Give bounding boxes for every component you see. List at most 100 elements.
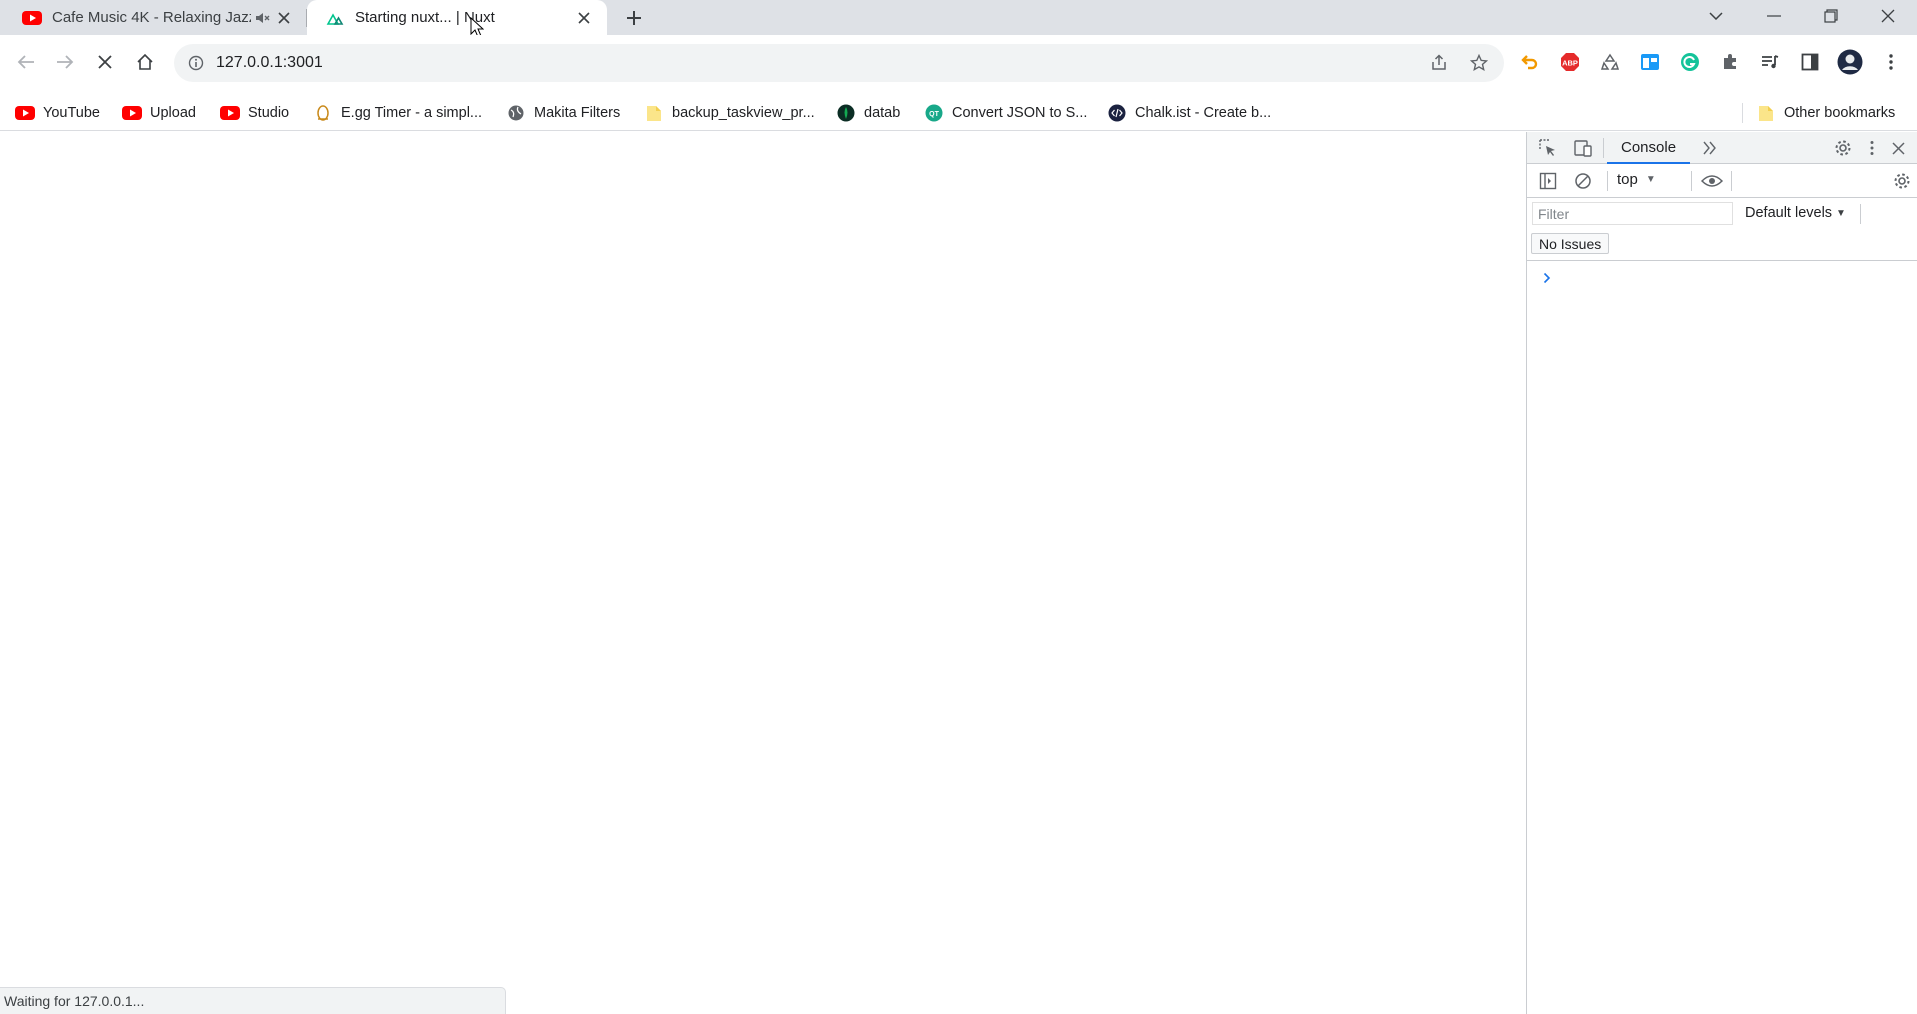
- bookmark-youtube[interactable]: YouTube: [15, 101, 100, 125]
- close-icon: [1881, 9, 1895, 23]
- bookmark-label: datab: [864, 105, 901, 121]
- bookmark-studio[interactable]: Studio: [220, 101, 289, 125]
- stop-loading-button[interactable]: [90, 47, 120, 77]
- toolbar-separator: [1607, 171, 1608, 191]
- qt-icon: QT: [924, 103, 944, 123]
- bookmark-chalkist[interactable]: Chalk.ist - Create b...: [1107, 101, 1271, 125]
- bookmark-label: Makita Filters: [534, 105, 621, 121]
- bookmarks-divider: [1742, 103, 1743, 123]
- folder-icon: [1756, 103, 1776, 123]
- status-text: Waiting for 127.0.0.1...: [4, 993, 145, 1009]
- page-viewport[interactable]: [0, 132, 1526, 1014]
- stop-icon: [98, 55, 112, 69]
- tab-console[interactable]: Console: [1607, 132, 1691, 164]
- adblock-plus-icon[interactable]: ABP: [1555, 47, 1585, 77]
- bookmark-makita-filters[interactable]: Makita Filters: [506, 101, 620, 125]
- other-bookmarks-folder[interactable]: Other bookmarks: [1756, 101, 1895, 125]
- browser-toolbar: 127.0.0.1:3001 ABP: [0, 35, 1917, 95]
- youtube-icon: [15, 103, 35, 123]
- url-text: 127.0.0.1:3001: [216, 54, 323, 71]
- tab-cafe-music[interactable]: Cafe Music 4K - Relaxing Jazz: [0, 0, 307, 35]
- devtools-panel: Console top ▼ Filter Default levels ▼ No…: [1526, 132, 1917, 1014]
- close-window-button[interactable]: [1860, 0, 1916, 32]
- bookmark-label: Chalk.ist - Create b...: [1135, 105, 1272, 121]
- plus-icon: [627, 11, 641, 25]
- new-tab-button[interactable]: [620, 4, 648, 32]
- issues-label: No Issues: [1539, 235, 1602, 252]
- code-icon: [1107, 103, 1127, 123]
- issues-bar: No Issues: [1527, 229, 1917, 261]
- bookmark-backup-taskview[interactable]: backup_taskview_pr...: [644, 101, 815, 125]
- devtools-main-toolbar: Console: [1527, 132, 1917, 164]
- bookmark-label: backup_taskview_pr...: [672, 105, 815, 121]
- console-filter-input[interactable]: Filter: [1532, 202, 1733, 225]
- media-queue-icon[interactable]: [1755, 47, 1785, 77]
- bookmark-label: E.gg Timer - a simpl...: [341, 105, 483, 121]
- address-bar[interactable]: 127.0.0.1:3001: [174, 44, 1504, 82]
- folder-icon: [644, 103, 664, 123]
- profile-avatar[interactable]: [1835, 47, 1865, 77]
- tab-search-button[interactable]: [1688, 0, 1744, 32]
- settings-gear-icon[interactable]: [1830, 135, 1856, 161]
- bookmark-label: Upload: [150, 105, 196, 121]
- restore-button[interactable]: [1803, 0, 1859, 32]
- grammarly-icon[interactable]: [1675, 47, 1705, 77]
- toolbar-separator: [1860, 204, 1861, 224]
- issues-button[interactable]: No Issues: [1531, 233, 1610, 254]
- close-tab-icon[interactable]: [573, 7, 595, 29]
- device-toolbar-icon[interactable]: [1570, 135, 1596, 161]
- share-icon[interactable]: [1424, 48, 1454, 78]
- muted-speaker-icon[interactable]: [251, 7, 273, 29]
- minimize-button[interactable]: [1746, 0, 1802, 32]
- toolbar-separator: [1691, 171, 1692, 191]
- console-settings-gear-icon[interactable]: [1889, 168, 1915, 194]
- extensions-puzzle-icon[interactable]: [1715, 47, 1745, 77]
- clear-console-icon[interactable]: [1570, 168, 1596, 194]
- back-button[interactable]: [11, 47, 41, 77]
- svg-text:ABP: ABP: [1562, 59, 1578, 68]
- recycle-extension-icon[interactable]: [1595, 47, 1625, 77]
- inspect-element-icon[interactable]: [1535, 135, 1561, 161]
- live-expression-eye-icon[interactable]: [1699, 168, 1725, 194]
- console-prompt-chevron-icon[interactable]: [1539, 268, 1555, 288]
- dropdown-triangle-icon: ▼: [1836, 207, 1846, 219]
- youtube-icon: [220, 103, 240, 123]
- bookmarks-bar: YouTube Upload Studio E.gg Timer - a sim…: [0, 95, 1917, 131]
- chrome-menu-button[interactable]: [1876, 47, 1906, 77]
- console-toolbar: top ▼: [1527, 164, 1917, 198]
- window-extension-icon[interactable]: [1635, 47, 1665, 77]
- bookmark-upload[interactable]: Upload: [122, 101, 196, 125]
- kebab-menu-icon[interactable]: [1859, 135, 1885, 161]
- close-devtools-icon[interactable]: [1885, 135, 1911, 161]
- tab-title: Starting nuxt... | Nuxt: [355, 9, 495, 26]
- arrow-right-icon: [57, 55, 74, 69]
- tab-nuxt[interactable]: Starting nuxt... | Nuxt: [307, 0, 607, 35]
- close-tab-icon[interactable]: [273, 7, 295, 29]
- youtube-icon: [122, 103, 142, 123]
- bookmark-egg-timer[interactable]: E.gg Timer - a simpl...: [313, 101, 482, 125]
- info-icon[interactable]: [188, 55, 204, 71]
- forward-button[interactable]: [50, 47, 80, 77]
- bookmark-datab[interactable]: datab: [836, 101, 900, 125]
- bookmark-label: Studio: [248, 105, 290, 121]
- log-levels-dropdown[interactable]: Default levels ▼: [1745, 205, 1846, 221]
- js-context-selector[interactable]: top ▼: [1617, 171, 1656, 188]
- minimize-icon: [1767, 15, 1781, 17]
- youtube-icon: [22, 8, 42, 28]
- context-label: top: [1617, 171, 1638, 188]
- dropdown-triangle-icon: ▼: [1645, 174, 1656, 185]
- filter-placeholder: Filter: [1538, 205, 1570, 222]
- home-button[interactable]: [130, 47, 160, 77]
- more-tabs-icon[interactable]: [1697, 135, 1723, 161]
- status-bubble: Waiting for 127.0.0.1...: [0, 987, 506, 1014]
- bookmark-convert-json[interactable]: QT Convert JSON to S...: [924, 101, 1087, 125]
- bookmark-label: Convert JSON to S...: [952, 105, 1088, 121]
- home-icon: [137, 53, 153, 70]
- undo-extension-icon[interactable]: [1514, 47, 1544, 77]
- toolbar-separator: [1731, 171, 1732, 191]
- svg-text:QT: QT: [929, 111, 939, 118]
- bookmark-star-icon[interactable]: [1464, 48, 1494, 78]
- console-sidebar-icon[interactable]: [1535, 168, 1561, 194]
- console-filter-bar: Filter Default levels ▼: [1527, 198, 1917, 229]
- side-panel-icon[interactable]: [1795, 47, 1825, 77]
